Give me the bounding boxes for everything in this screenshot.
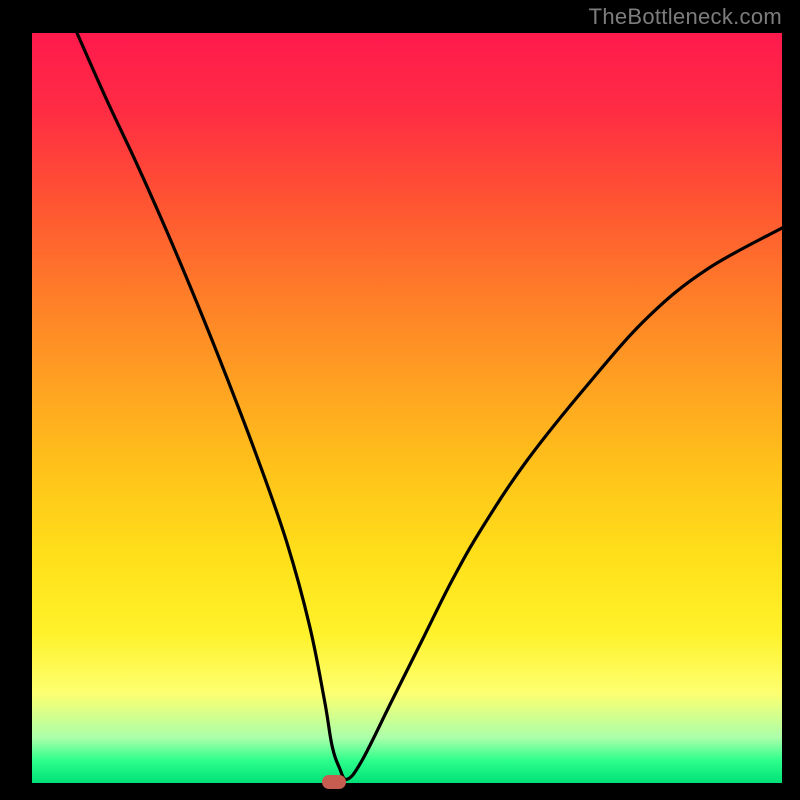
plot-area	[32, 33, 782, 783]
optimal-point-marker	[322, 775, 346, 789]
chart-frame: TheBottleneck.com	[0, 0, 800, 800]
watermark-text: TheBottleneck.com	[589, 4, 782, 30]
